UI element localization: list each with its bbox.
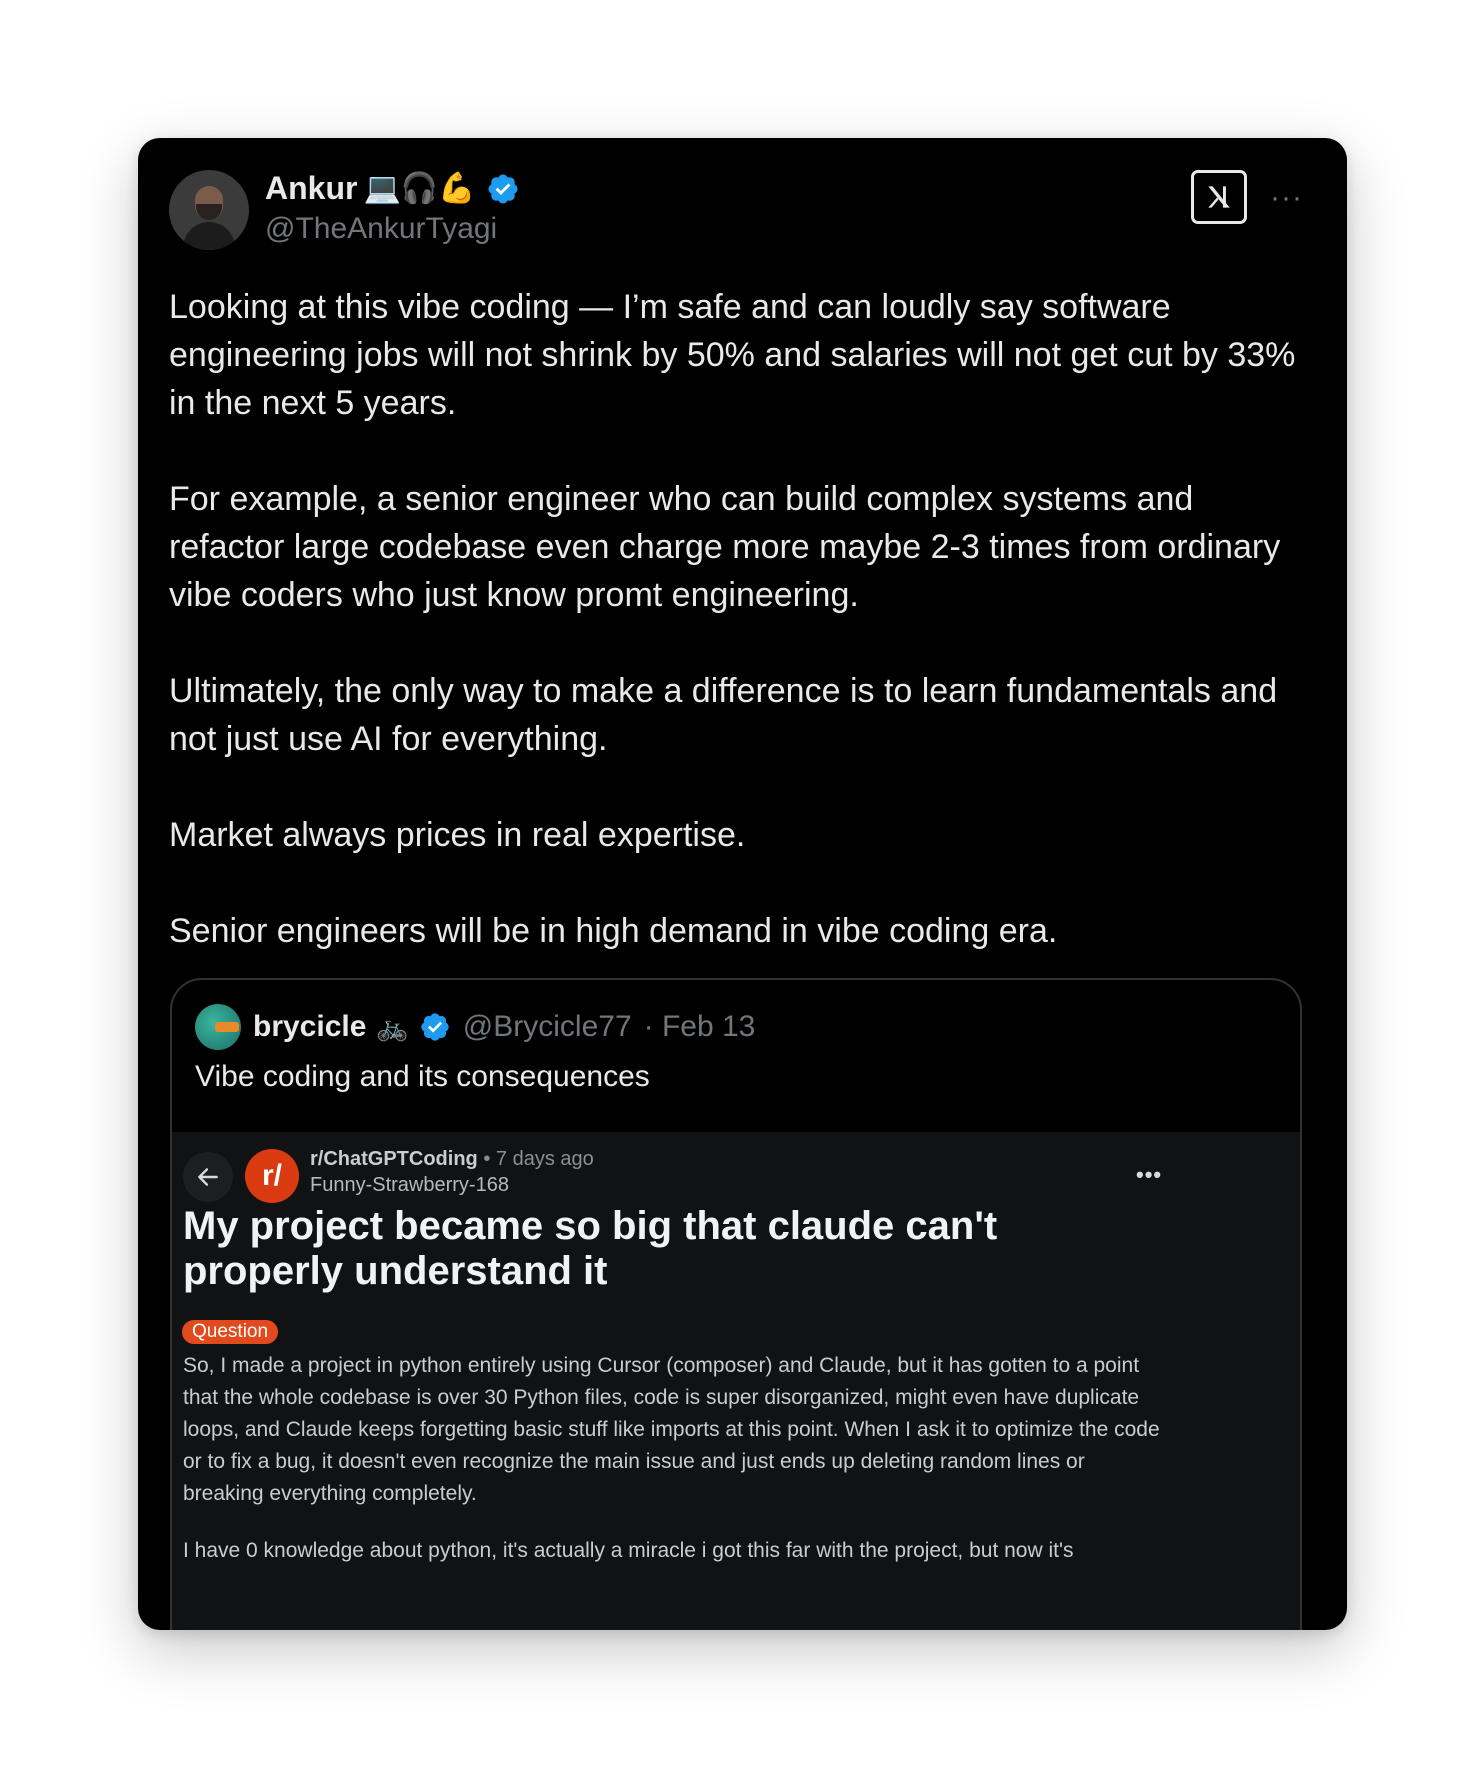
post-body-paragraph: So, I made a project in python entirely … [183,1354,1160,1505]
post-title: My project became so big that claude can… [183,1204,998,1293]
quoted-header: brycicle 🚲 @Brycicle77 · Feb 13 [195,1004,755,1050]
author-name-row: Ankur 💻🎧💪 [265,170,520,207]
post-body-paragraph: I have 0 knowledge about python, it's ac… [183,1539,1074,1562]
post-body: So, I made a project in python entirely … [183,1350,1168,1592]
author-emojis: 💻🎧💪 [363,172,476,205]
x-logo-icon[interactable] [1191,170,1247,224]
post-time: • 7 days ago [483,1148,594,1170]
quoted-date: · Feb 13 [643,1010,756,1043]
author-name[interactable]: Ankur [265,170,357,207]
author-avatar[interactable] [169,170,249,250]
subreddit-line: r/ChatGPTCoding • 7 days ago [310,1148,594,1171]
post-flair: Question [182,1320,279,1344]
tweet-paragraph: Ultimately, the only way to make a diffe… [169,672,1278,758]
subreddit-icon: r/ [245,1149,299,1203]
verified-badge-icon [421,1013,449,1041]
author-handle[interactable]: @TheAnkurTyagi [265,212,497,246]
quoted-author-name[interactable]: brycicle [253,1010,366,1044]
tweet-paragraph: For example, a senior engineer who can b… [169,480,1281,614]
bicycle-emoji: 🚲 [376,1011,409,1042]
quoted-author-avatar[interactable] [195,1004,241,1050]
quoted-tweet[interactable]: brycicle 🚲 @Brycicle77 · Feb 13 Vibe cod… [170,978,1302,1630]
tweet-card: Ankur 💻🎧💪 @TheAnkurTyagi ··· Looking at … [138,138,1347,1630]
tweet-paragraph: Market always prices in real expertise. [169,816,746,854]
tweet-text: Looking at this vibe coding — I’m safe a… [169,283,1309,955]
post-author: Funny-Strawberry-168 [310,1174,509,1196]
reddit-screenshot[interactable]: r/ r/ChatGPTCoding • 7 days ago Funny-St… [172,1132,1300,1630]
quoted-handle[interactable]: @Brycicle77 [463,1010,632,1044]
post-more-icon: ••• [1136,1162,1163,1187]
subreddit-name: r/ChatGPTCoding [310,1148,478,1170]
more-options-button[interactable]: ··· [1270,183,1303,213]
tweet-paragraph: Senior engineers will be in high demand … [169,912,1058,950]
verified-badge-icon [487,173,518,204]
quoted-text: Vibe coding and its consequences [195,1060,650,1093]
back-arrow-icon [183,1152,233,1202]
tweet-paragraph: Looking at this vibe coding — I’m safe a… [169,288,1296,422]
